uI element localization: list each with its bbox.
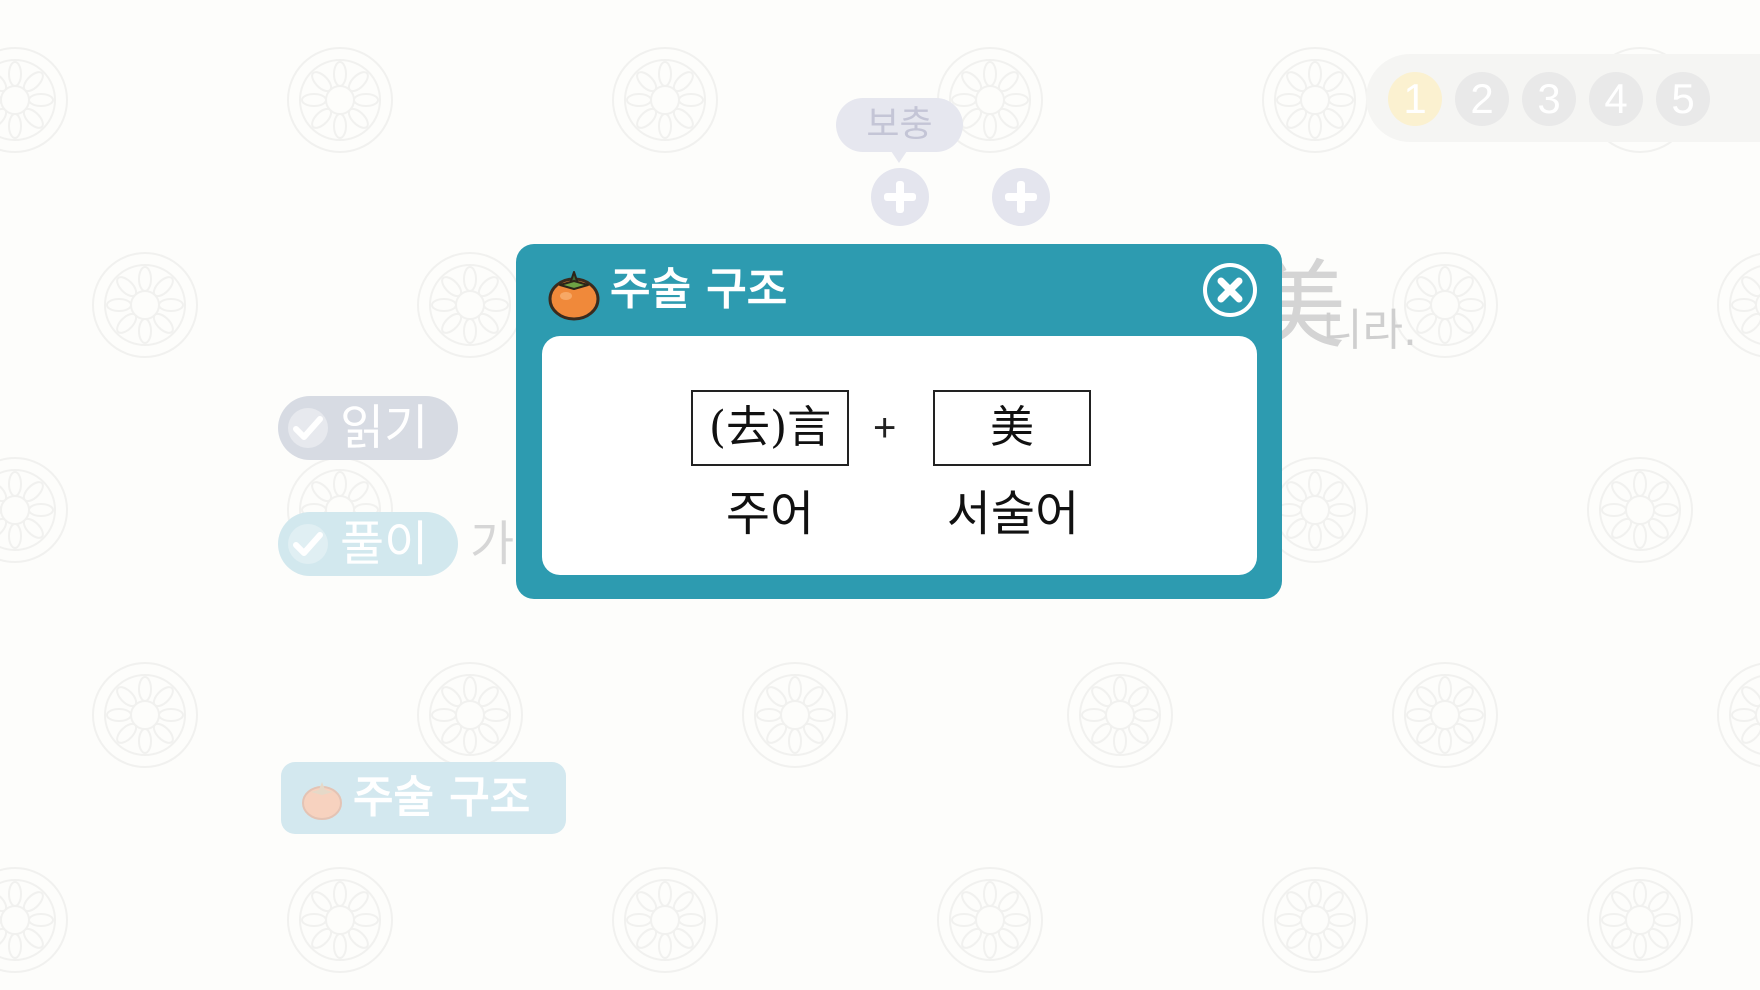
sentence-ending: 니라. xyxy=(1322,305,1417,356)
solve-button[interactable]: 풀이 xyxy=(278,512,458,576)
supplement-plus-button[interactable] xyxy=(871,168,929,226)
pattern-rosette xyxy=(612,867,718,973)
add-plus-button[interactable] xyxy=(992,168,1050,226)
pattern-rosette xyxy=(417,252,523,358)
pattern-rosette xyxy=(1262,47,1368,153)
subject-predicate-structure-button[interactable]: 주술 구조 xyxy=(281,762,566,834)
pattern-rosette xyxy=(1717,252,1760,358)
structure-modal: 주술 구조 (去)言 + 美 주어 서술어 xyxy=(516,244,1282,599)
pattern-rosette xyxy=(92,662,198,768)
pattern-rosette xyxy=(1067,662,1173,768)
structure-button-label: 주술 구조 xyxy=(353,772,531,823)
page-button-4[interactable]: 4 xyxy=(1589,72,1643,126)
pattern-rosette xyxy=(0,47,68,153)
close-button[interactable] xyxy=(1203,263,1257,317)
sentence-partial: 가 xyxy=(470,516,515,572)
modal-body: (去)言 + 美 주어 서술어 xyxy=(542,336,1257,575)
pattern-rosette xyxy=(0,867,68,973)
pattern-rosette xyxy=(1392,662,1498,768)
page-button-2[interactable]: 2 xyxy=(1455,72,1509,126)
supplement-tooltip: 보충 xyxy=(836,98,963,163)
pattern-rosette xyxy=(612,47,718,153)
pattern-rosette xyxy=(287,867,393,973)
solve-label: 풀이 xyxy=(340,516,429,572)
predicate-label: 서술어 xyxy=(946,486,1080,542)
pattern-rosette xyxy=(0,457,68,563)
page-button-1[interactable]: 1 xyxy=(1388,72,1442,126)
pattern-rosette xyxy=(92,252,198,358)
check-icon xyxy=(288,408,328,448)
persimmon-icon xyxy=(546,266,602,326)
pattern-rosette xyxy=(1587,457,1693,563)
pattern-rosette xyxy=(287,47,393,153)
page-button-3[interactable]: 3 xyxy=(1522,72,1576,126)
subject-hanja-box: (去)言 xyxy=(691,390,849,466)
pattern-rosette xyxy=(1587,867,1693,973)
pattern-rosette xyxy=(937,867,1043,973)
read-label: 읽기 xyxy=(340,400,429,456)
modal-title: 주술 구조 xyxy=(610,264,788,315)
predicate-hanja-box: 美 xyxy=(933,390,1091,466)
plus-operator: + xyxy=(873,406,897,450)
persimmon-icon xyxy=(299,776,345,826)
pattern-rosette xyxy=(417,662,523,768)
pattern-rosette xyxy=(1717,662,1760,768)
pattern-rosette xyxy=(742,662,848,768)
pattern-rosette xyxy=(1262,867,1368,973)
check-icon xyxy=(288,524,328,564)
subject-label: 주어 xyxy=(725,486,815,542)
page-button-5[interactable]: 5 xyxy=(1656,72,1710,126)
read-button[interactable]: 읽기 xyxy=(278,396,458,460)
close-icon xyxy=(1207,267,1253,313)
